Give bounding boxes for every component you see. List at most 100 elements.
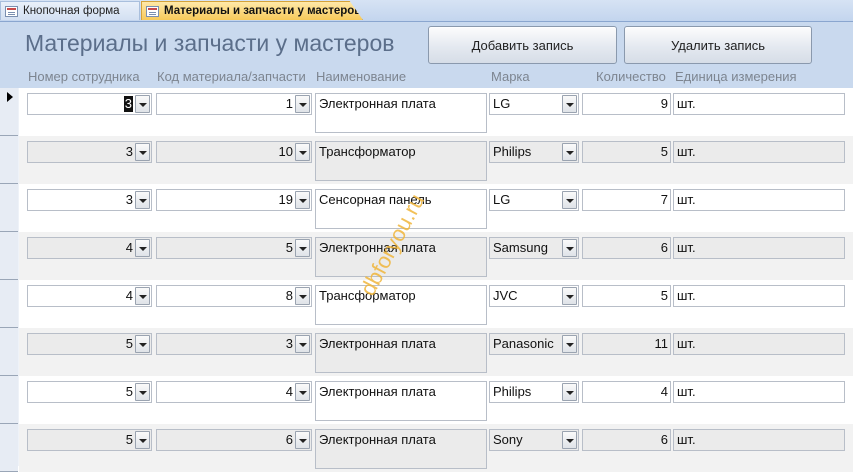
material-code-combo[interactable]: 6 (156, 429, 312, 451)
quantity-field[interactable]: 4 (582, 381, 671, 403)
material-code-value: 10 (278, 144, 293, 159)
brand-value: Panasonic (493, 336, 554, 351)
employee-combo[interactable]: 4 (27, 237, 152, 259)
dropdown-arrow-icon[interactable] (295, 383, 310, 401)
quantity-field[interactable]: 11 (582, 333, 671, 355)
dropdown-arrow-icon[interactable] (295, 431, 310, 449)
record-selector[interactable] (0, 184, 18, 232)
quantity-field[interactable]: 7 (582, 189, 671, 211)
unit-field[interactable]: шт. (673, 141, 845, 163)
record-row: 5 4 Электронная плата Philips 4 шт. (0, 376, 853, 424)
unit-field[interactable]: шт. (673, 333, 845, 355)
brand-combo[interactable]: LG (489, 93, 579, 115)
dropdown-arrow-icon[interactable] (295, 239, 310, 257)
brand-combo[interactable]: Sony (489, 429, 579, 451)
dropdown-arrow-icon[interactable] (135, 239, 150, 257)
dropdown-arrow-icon[interactable] (135, 383, 150, 401)
record-selector[interactable] (0, 424, 18, 472)
name-field[interactable]: Электронная плата (315, 429, 487, 469)
brand-value: Philips (493, 384, 532, 399)
dropdown-arrow-icon[interactable] (562, 95, 577, 113)
brand-value: Philips (493, 144, 532, 159)
material-code-combo[interactable]: 19 (156, 189, 312, 211)
dropdown-arrow-icon[interactable] (562, 191, 577, 209)
brand-combo[interactable]: Philips (489, 381, 579, 403)
column-label-quantity: Количество (596, 69, 666, 84)
unit-field[interactable]: шт. (673, 189, 845, 211)
employee-combo[interactable]: 5 (27, 429, 152, 451)
column-label-brand: Марка (491, 69, 530, 84)
record-selector[interactable] (0, 376, 18, 424)
name-field[interactable]: Трансформатор (315, 141, 487, 181)
unit-field[interactable]: шт. (673, 237, 845, 259)
brand-combo[interactable]: JVC (489, 285, 579, 307)
employee-value: 5 (125, 384, 133, 399)
employee-combo[interactable]: 3 (27, 189, 152, 211)
dropdown-arrow-icon[interactable] (135, 287, 150, 305)
dropdown-arrow-icon[interactable] (135, 431, 150, 449)
dropdown-arrow-icon[interactable] (295, 335, 310, 353)
add-record-button[interactable]: Добавить запись (428, 26, 617, 64)
material-code-combo[interactable]: 8 (156, 285, 312, 307)
current-record-pointer-icon (7, 92, 13, 102)
brand-combo[interactable]: Samsung (489, 237, 579, 259)
material-code-combo[interactable]: 4 (156, 381, 312, 403)
unit-field[interactable]: шт. (673, 429, 845, 451)
record-selector[interactable] (0, 136, 18, 184)
brand-combo[interactable]: Philips (489, 141, 579, 163)
employee-combo[interactable]: 3 (27, 93, 152, 115)
tab-materials-form[interactable]: Материалы и запчасти у мастеров (141, 1, 363, 20)
record-selector[interactable] (0, 328, 18, 376)
brand-value: JVC (493, 288, 518, 303)
dropdown-arrow-icon[interactable] (135, 191, 150, 209)
brand-combo[interactable]: Panasonic (489, 333, 579, 355)
quantity-field[interactable]: 5 (582, 141, 671, 163)
employee-value: 4 (125, 240, 133, 255)
dropdown-arrow-icon[interactable] (562, 287, 577, 305)
dropdown-arrow-icon[interactable] (295, 191, 310, 209)
dropdown-arrow-icon[interactable] (135, 335, 150, 353)
material-code-value: 4 (285, 384, 293, 399)
delete-record-button[interactable]: Удалить запись (624, 26, 812, 64)
employee-combo[interactable]: 3 (27, 141, 152, 163)
quantity-field[interactable]: 6 (582, 429, 671, 451)
quantity-field[interactable]: 6 (582, 237, 671, 259)
material-code-combo[interactable]: 3 (156, 333, 312, 355)
employee-combo[interactable]: 5 (27, 333, 152, 355)
selected-text: 3 (123, 96, 133, 112)
name-field[interactable]: Электронная плата (315, 93, 487, 133)
dropdown-arrow-icon[interactable] (295, 287, 310, 305)
employee-value: 5 (125, 336, 133, 351)
material-code-combo[interactable]: 10 (156, 141, 312, 163)
name-field[interactable]: Электронная плата (315, 381, 487, 421)
employee-combo[interactable]: 5 (27, 381, 152, 403)
material-code-combo[interactable]: 1 (156, 93, 312, 115)
name-field[interactable]: Электронная плата (315, 333, 487, 373)
material-code-combo[interactable]: 5 (156, 237, 312, 259)
employee-combo[interactable]: 4 (27, 285, 152, 307)
unit-field[interactable]: шт. (673, 93, 845, 115)
record-selector[interactable] (0, 88, 18, 136)
dropdown-arrow-icon[interactable] (562, 431, 577, 449)
record-selector[interactable] (0, 232, 18, 280)
dropdown-arrow-icon[interactable] (295, 95, 310, 113)
record-row: 4 8 Трансформатор JVC 5 шт. (0, 280, 853, 328)
brand-combo[interactable]: LG (489, 189, 579, 211)
name-field[interactable]: Трансформатор (315, 285, 487, 325)
form-title: Материалы и запчасти у мастеров (25, 30, 395, 56)
employee-value: 3 (125, 192, 133, 207)
dropdown-arrow-icon[interactable] (295, 143, 310, 161)
unit-field[interactable]: шт. (673, 381, 845, 403)
dropdown-arrow-icon[interactable] (562, 335, 577, 353)
record-selector[interactable] (0, 280, 18, 328)
quantity-field[interactable]: 5 (582, 285, 671, 307)
dropdown-arrow-icon[interactable] (562, 143, 577, 161)
dropdown-arrow-icon[interactable] (135, 143, 150, 161)
quantity-field[interactable]: 9 (582, 93, 671, 115)
form-detail: 3 1 Электронная плата LG 9 шт. 3 10 Трансформато… (0, 88, 853, 472)
unit-field[interactable]: шт. (673, 285, 845, 307)
dropdown-arrow-icon[interactable] (562, 383, 577, 401)
dropdown-arrow-icon[interactable] (135, 95, 150, 113)
tab-switchboard-form[interactable]: Кнопочная форма (0, 1, 140, 20)
dropdown-arrow-icon[interactable] (562, 239, 577, 257)
